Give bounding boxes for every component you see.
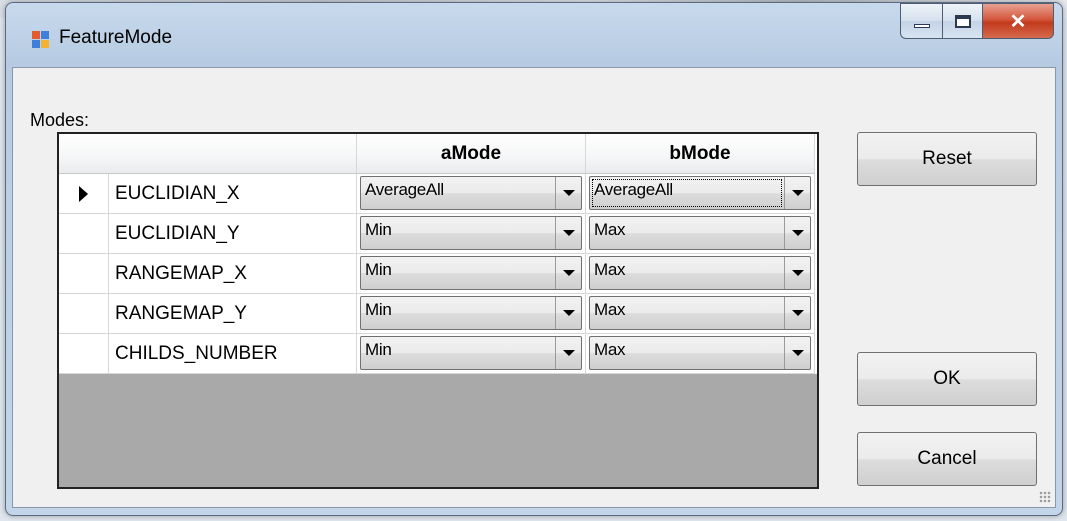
caption-buttons: ✕ xyxy=(900,3,1054,41)
minimize-icon xyxy=(913,24,930,28)
chevron-down-icon xyxy=(791,270,804,276)
bmode-cell[interactable]: AverageAll xyxy=(586,174,815,214)
dropdown-button[interactable] xyxy=(555,217,581,249)
bmode-value: Max xyxy=(594,340,626,359)
column-header-bmode[interactable]: bMode xyxy=(586,134,815,174)
window-title: FeatureMode xyxy=(59,27,173,48)
bmode-combobox[interactable]: Max xyxy=(589,336,811,370)
grid-row[interactable]: RANGEMAP_X Min Max xyxy=(59,254,817,294)
close-icon: ✕ xyxy=(1009,10,1027,33)
reset-button[interactable]: Reset xyxy=(857,132,1037,186)
row-header[interactable] xyxy=(59,214,109,254)
featuremode-window: FeatureMode ✕ Modes: aMode bMode EUCLIDI… xyxy=(5,2,1063,516)
modes-grid[interactable]: aMode bMode EUCLIDIAN_X AverageAll Avera… xyxy=(57,132,819,489)
amode-combobox[interactable]: Min xyxy=(360,256,582,290)
grid-header: aMode bMode xyxy=(59,134,817,174)
amode-combobox[interactable]: Min xyxy=(360,336,582,370)
dropdown-button[interactable] xyxy=(555,337,581,369)
dropdown-button[interactable] xyxy=(555,297,581,329)
dropdown-button[interactable] xyxy=(555,257,581,289)
amode-value: AverageAll xyxy=(365,180,444,199)
chevron-down-icon xyxy=(791,190,804,196)
bmode-cell[interactable]: Max xyxy=(586,214,815,254)
chevron-down-icon xyxy=(562,230,575,236)
amode-combobox[interactable]: AverageAll xyxy=(360,176,582,210)
amode-value: Min xyxy=(365,300,392,319)
amode-cell[interactable]: Min xyxy=(357,334,586,374)
row-name-cell[interactable]: RANGEMAP_Y xyxy=(109,294,357,334)
amode-cell[interactable]: AverageAll xyxy=(357,174,586,214)
chevron-down-icon xyxy=(562,190,575,196)
chevron-down-icon xyxy=(562,310,575,316)
cancel-button[interactable]: Cancel xyxy=(857,432,1037,486)
chevron-down-icon xyxy=(791,230,804,236)
chevron-down-icon xyxy=(791,310,804,316)
chevron-down-icon xyxy=(791,350,804,356)
bmode-cell[interactable]: Max xyxy=(586,334,815,374)
amode-value: Min xyxy=(365,260,392,279)
bmode-value: Max xyxy=(594,260,626,279)
row-header[interactable] xyxy=(59,334,109,374)
dropdown-button[interactable] xyxy=(784,217,810,249)
row-header[interactable] xyxy=(59,174,109,214)
column-header-amode[interactable]: aMode xyxy=(357,134,586,174)
dropdown-button[interactable] xyxy=(555,177,581,209)
bmode-value: Max xyxy=(594,220,626,239)
row-name-cell[interactable]: EUCLIDIAN_X xyxy=(109,174,357,214)
grid-row[interactable]: EUCLIDIAN_Y Min Max xyxy=(59,214,817,254)
grid-rows: EUCLIDIAN_X AverageAll AverageAll EUCLID… xyxy=(59,174,817,374)
dropdown-button[interactable] xyxy=(784,257,810,289)
amode-combobox[interactable]: Min xyxy=(360,216,582,250)
amode-value: Min xyxy=(365,220,392,239)
chevron-down-icon xyxy=(562,270,575,276)
row-name-cell[interactable]: EUCLIDIAN_Y xyxy=(109,214,357,254)
modes-label: Modes: xyxy=(30,110,90,130)
dropdown-button[interactable] xyxy=(784,337,810,369)
bmode-cell[interactable]: Max xyxy=(586,294,815,334)
amode-cell[interactable]: Min xyxy=(357,254,586,294)
row-header[interactable] xyxy=(59,294,109,334)
dropdown-button[interactable] xyxy=(784,297,810,329)
amode-cell[interactable]: Min xyxy=(357,214,586,254)
bmode-combobox[interactable]: AverageAll xyxy=(589,176,811,210)
amode-combobox[interactable]: Min xyxy=(360,296,582,330)
minimize-button[interactable] xyxy=(900,3,942,39)
ok-button[interactable]: OK xyxy=(857,352,1037,406)
close-button[interactable]: ✕ xyxy=(982,3,1054,39)
dropdown-button[interactable] xyxy=(784,177,810,209)
bmode-combobox[interactable]: Max xyxy=(589,256,811,290)
form-client-area: Modes: aMode bMode EUCLIDIAN_X AverageAl… xyxy=(12,67,1056,508)
amode-cell[interactable]: Min xyxy=(357,294,586,334)
maximize-icon xyxy=(954,14,971,28)
grid-row[interactable]: RANGEMAP_Y Min Max xyxy=(59,294,817,334)
resize-grip-icon[interactable] xyxy=(1039,491,1051,503)
amode-value: Min xyxy=(365,340,392,359)
grid-corner-header[interactable] xyxy=(59,134,357,174)
bmode-combobox[interactable]: Max xyxy=(589,296,811,330)
title-bar[interactable]: FeatureMode ✕ xyxy=(6,3,1062,67)
form-app-icon[interactable] xyxy=(32,31,50,49)
chevron-down-icon xyxy=(562,350,575,356)
grid-row[interactable]: EUCLIDIAN_X AverageAll AverageAll xyxy=(59,174,817,214)
bmode-value: Max xyxy=(594,300,626,319)
grid-row[interactable]: CHILDS_NUMBER Min Max xyxy=(59,334,817,374)
row-header[interactable] xyxy=(59,254,109,294)
row-selector-arrow-icon xyxy=(79,185,88,202)
maximize-button[interactable] xyxy=(942,3,982,39)
bmode-value: AverageAll xyxy=(590,177,784,209)
row-name-cell[interactable]: RANGEMAP_X xyxy=(109,254,357,294)
row-name-cell[interactable]: CHILDS_NUMBER xyxy=(109,334,357,374)
bmode-cell[interactable]: Max xyxy=(586,254,815,294)
bmode-combobox[interactable]: Max xyxy=(589,216,811,250)
